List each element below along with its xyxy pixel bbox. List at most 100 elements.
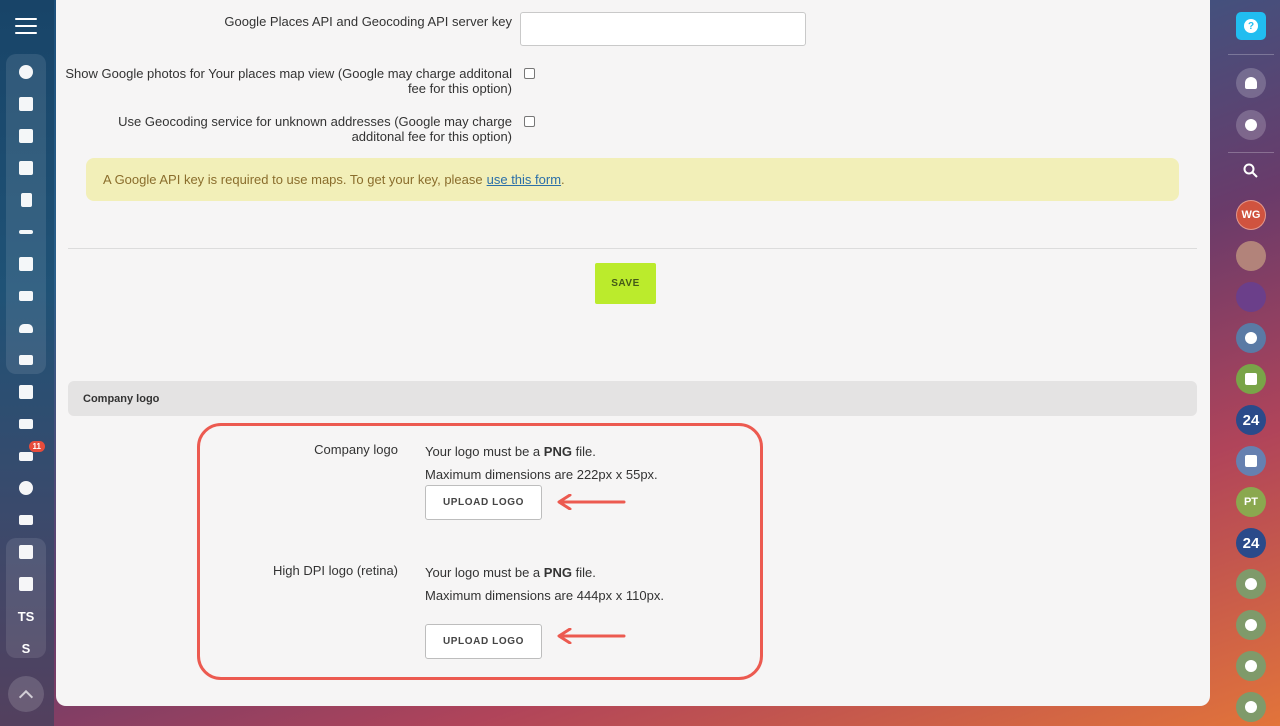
sidebar-item-filter[interactable]: 11 (6, 440, 46, 472)
search-button[interactable] (1236, 156, 1266, 186)
box-icon (19, 577, 33, 591)
box-icon (19, 545, 33, 559)
cart-icon (19, 419, 33, 429)
save-button[interactable]: SAVE (595, 263, 656, 304)
show-photos-label: Show Google photos for Your places map v… (56, 66, 512, 96)
bitrix24-label: 24 (1242, 411, 1260, 429)
retina-logo-label: High DPI logo (retina) (273, 563, 398, 578)
target-icon (19, 481, 33, 495)
chevron-up-icon (18, 689, 34, 704)
right-separator (1228, 152, 1274, 153)
format-prefix: Your logo must be a (425, 565, 541, 580)
group-chat-3[interactable] (1236, 651, 1266, 681)
geocoding-label-line2: additonal fee for this option) (351, 129, 512, 144)
sidebar-item-chat[interactable] (6, 120, 46, 152)
search-icon (1243, 163, 1258, 178)
scroll-up-button[interactable] (8, 676, 44, 712)
retina-logo-dimensions-text: Maximum dimensions are 444px x 110px. (425, 588, 664, 603)
sidebar-item-box-2[interactable] (6, 568, 46, 600)
arrow-annotation-1 (557, 494, 626, 510)
use-this-form-link[interactable]: use this form (487, 172, 561, 187)
format-png: PNG (543, 565, 572, 580)
avatar-user-2[interactable] (1236, 282, 1266, 312)
left-sidebar: 11 TS S (0, 0, 54, 726)
sidebar-item-checklist[interactable] (6, 376, 46, 408)
sidebar-item-s[interactable]: S (6, 632, 46, 664)
robot-icon (19, 257, 33, 271)
menu-icon[interactable] (15, 18, 37, 36)
sidebar-item-calendar[interactable] (6, 152, 46, 184)
group-chat-2[interactable] (1236, 610, 1266, 640)
sidebar-item-box-1[interactable] (6, 536, 46, 568)
document-icon (20, 193, 32, 207)
channel-icon (1245, 373, 1257, 385)
api-key-notice: A Google API key is required to use maps… (86, 158, 1179, 201)
notifications-button[interactable] (1236, 68, 1266, 98)
sidebar-item-ts[interactable]: TS (6, 600, 46, 632)
retina-logo-format-text: Your logo must be a PNG file. (425, 565, 596, 580)
sidebar-item-sign[interactable] (6, 216, 46, 248)
format-suffix: file. (575, 565, 596, 580)
sidebar-item-mail[interactable] (6, 344, 46, 376)
feed-icon (19, 65, 33, 79)
group-chat-button[interactable] (1236, 323, 1266, 353)
users-icon (1245, 578, 1257, 590)
places-key-input[interactable] (520, 12, 806, 46)
avatar-wg[interactable]: WG (1236, 200, 1266, 230)
messenger-button[interactable] (1236, 110, 1266, 140)
notice-text: A Google API key is required to use maps… (103, 172, 483, 187)
section-company-logo-header: Company logo (68, 381, 1197, 416)
sidebar-item-inventory[interactable] (6, 280, 46, 312)
geocoding-label: Use Geocoding service for unknown addres… (56, 114, 512, 144)
sidebar-item-documents[interactable] (6, 184, 46, 216)
group-chat-1[interactable] (1236, 569, 1266, 599)
geocoding-checkbox[interactable] (524, 116, 535, 127)
help-icon: ? (1244, 19, 1258, 33)
tasks-icon (19, 97, 33, 111)
bell-icon (1245, 77, 1257, 89)
main-panel: Google Places API and Geocoding API serv… (56, 0, 1210, 706)
avatar-user-1[interactable] (1236, 241, 1266, 271)
open-channel-button[interactable] (1236, 364, 1266, 394)
chat-icon (19, 129, 33, 143)
format-suffix: file. (575, 444, 596, 459)
show-photos-checkbox[interactable] (524, 68, 535, 79)
arrow-annotation-2 (557, 628, 626, 644)
bitrix24-chat-2[interactable]: 24 (1236, 528, 1266, 558)
users-icon (1245, 660, 1257, 672)
avatar-wg-initials: WG (1241, 209, 1261, 221)
notice-end: . (561, 172, 565, 187)
company-logo-format-text: Your logo must be a PNG file. (425, 444, 596, 459)
places-key-label: Google Places API and Geocoding API serv… (224, 14, 512, 29)
upload-company-logo-button[interactable]: UPLOAD LOGO (425, 485, 542, 520)
sidebar-item-goals[interactable] (6, 472, 46, 504)
sidebar-item-feed[interactable] (6, 56, 46, 88)
calendar-icon (19, 161, 33, 175)
checkbox-icon (19, 385, 33, 399)
company-logo-label: Company logo (314, 442, 398, 457)
show-photos-label-line2: fee for this option) (407, 81, 512, 96)
signature-icon (19, 230, 33, 234)
calendar-chat-button[interactable] (1236, 446, 1266, 476)
notification-badge: 11 (28, 441, 45, 452)
group-chat-4[interactable] (1236, 692, 1266, 722)
sidebar-item-employees[interactable] (6, 312, 46, 344)
sidebar-item-ts-label: TS (17, 608, 35, 624)
filter-icon (19, 451, 33, 461)
right-separator (1228, 54, 1274, 55)
sidebar-item-tasks[interactable] (6, 88, 46, 120)
sidebar-item-contacts[interactable] (6, 504, 46, 536)
upload-retina-logo-button[interactable]: UPLOAD LOGO (425, 624, 542, 659)
group-icon (1245, 332, 1257, 344)
avatar-pt-initials: PT (1243, 496, 1259, 508)
divider (68, 248, 1197, 249)
company-logo-dimensions-text: Maximum dimensions are 222px x 55px. (425, 467, 658, 482)
sidebar-item-shop[interactable] (6, 408, 46, 440)
help-button[interactable]: ? (1236, 12, 1266, 40)
sidebar-item-s-label: S (21, 640, 31, 656)
show-photos-label-line1: Show Google photos for Your places map v… (65, 66, 512, 81)
users-icon (1245, 701, 1257, 713)
avatar-pt[interactable]: PT (1236, 487, 1266, 517)
sidebar-item-automation[interactable] (6, 248, 46, 280)
bitrix24-chat-1[interactable]: 24 (1236, 405, 1266, 435)
